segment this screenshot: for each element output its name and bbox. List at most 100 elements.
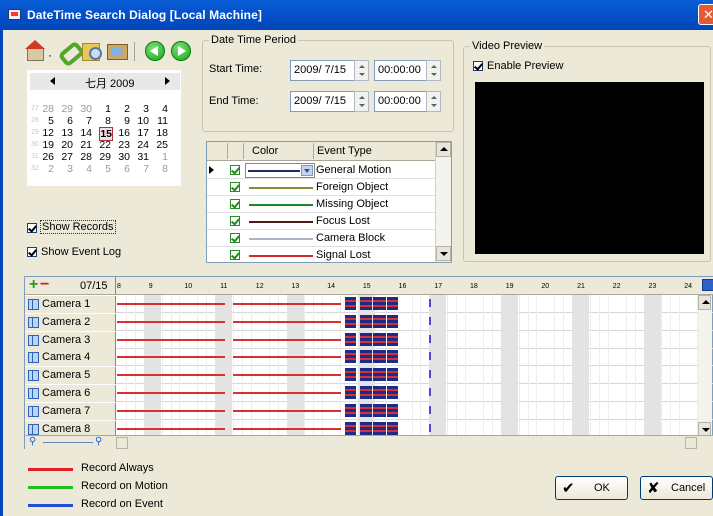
show-records-label[interactable]: Show Records: [40, 220, 116, 234]
event-marker[interactable]: [373, 403, 386, 417]
record-segment[interactable]: [233, 392, 341, 394]
calendar-day[interactable]: 6: [118, 163, 130, 175]
event-enable-checkbox[interactable]: [230, 250, 240, 260]
event-marker[interactable]: [387, 297, 398, 310]
calendar-day[interactable]: 3: [137, 103, 149, 115]
calendar-day[interactable]: 25: [156, 139, 168, 151]
show-records-checkbox[interactable]: [27, 223, 37, 233]
calendar-day[interactable]: 26: [42, 151, 54, 163]
calendar-day[interactable]: 16: [118, 127, 130, 139]
event-color-swatch[interactable]: [249, 221, 313, 223]
camera-name-cell[interactable]: Camera 5: [25, 367, 116, 385]
calendar-day[interactable]: 28: [80, 151, 92, 163]
record-segment[interactable]: [117, 392, 225, 394]
calendar-day[interactable]: 30: [118, 151, 130, 163]
event-enable-checkbox[interactable]: [230, 199, 240, 209]
calendar-day[interactable]: 10: [137, 115, 149, 127]
camera-name-cell[interactable]: Camera 7: [25, 402, 116, 420]
event-type-row[interactable]: Foreign Object: [207, 179, 437, 196]
calendar-day[interactable]: 4: [80, 163, 92, 175]
event-marker[interactable]: [360, 332, 372, 346]
event-table-scrollbar[interactable]: [435, 142, 451, 262]
record-segment[interactable]: [117, 303, 225, 305]
event-marker[interactable]: [373, 368, 386, 382]
record-segment[interactable]: [233, 320, 341, 323]
calendar-month-label[interactable]: 七月 2009: [85, 75, 135, 91]
calendar-day[interactable]: 6: [61, 115, 73, 127]
event-enable-checkbox[interactable]: [230, 233, 240, 243]
event-marker[interactable]: [387, 421, 398, 435]
timeline-scroll-right-icon[interactable]: [685, 437, 697, 449]
event-marker[interactable]: [387, 386, 398, 399]
calendar-day[interactable]: 29: [61, 103, 73, 115]
zoom-out-icon[interactable]: ⚲: [29, 436, 36, 447]
calendar-day[interactable]: 1: [99, 103, 111, 115]
calendar-day[interactable]: 28: [42, 103, 54, 115]
start-date-spin[interactable]: [354, 60, 369, 81]
start-time-spin[interactable]: [426, 60, 441, 81]
record-segment[interactable]: [117, 374, 225, 377]
event-enable-checkbox[interactable]: [230, 182, 240, 192]
event-tick[interactable]: [429, 423, 431, 432]
timeline-vertical-scrollbar[interactable]: [698, 295, 712, 437]
camera-name-cell[interactable]: Camera 1: [25, 296, 116, 313]
event-color-swatch[interactable]: [249, 255, 313, 257]
calendar-day[interactable]: 27: [61, 151, 73, 163]
event-enable-checkbox[interactable]: [230, 216, 240, 226]
calendar-day[interactable]: 18: [156, 127, 168, 139]
zoom-out-minus-icon[interactable]: −: [40, 277, 49, 293]
event-color-swatch[interactable]: [248, 170, 300, 172]
calendar-day[interactable]: 5: [42, 115, 54, 127]
close-button[interactable]: ✕: [698, 4, 713, 25]
calendar-day[interactable]: 7: [80, 115, 92, 127]
event-marker[interactable]: [373, 421, 386, 435]
record-segment[interactable]: [117, 338, 225, 341]
camera-name-cell[interactable]: Camera 4: [25, 349, 116, 367]
calendar-day[interactable]: 11: [156, 115, 168, 127]
zoom-in-icon[interactable]: ⚲: [95, 436, 102, 447]
camera-name-cell[interactable]: Camera 3: [25, 331, 116, 349]
event-marker[interactable]: [373, 297, 386, 310]
end-time-field[interactable]: 00:00:00: [374, 91, 434, 112]
camera-name-cell[interactable]: Camera 6: [25, 385, 116, 402]
event-marker[interactable]: [345, 421, 356, 435]
timeline-scroll-up-icon[interactable]: [698, 295, 711, 310]
calendar-day[interactable]: 9: [118, 115, 130, 127]
event-marker[interactable]: [373, 386, 386, 399]
event-enable-checkbox[interactable]: [230, 165, 240, 175]
start-time-field[interactable]: 00:00:00: [374, 60, 434, 81]
event-marker[interactable]: [345, 403, 356, 417]
scroll-down-icon[interactable]: [436, 246, 451, 261]
calendar-day[interactable]: 29: [99, 151, 111, 163]
record-segment[interactable]: [117, 356, 225, 359]
timeline-scroll-left-icon[interactable]: [116, 437, 128, 449]
event-type-row[interactable]: Camera Block: [207, 230, 437, 247]
color-column-header[interactable]: Color: [252, 145, 278, 157]
calendar-day[interactable]: 2: [42, 163, 54, 175]
calendar-day[interactable]: 19: [42, 139, 54, 151]
previous-icon[interactable]: [145, 41, 165, 61]
event-tick[interactable]: [429, 316, 431, 325]
calendar-day[interactable]: 3: [61, 163, 73, 175]
record-segment[interactable]: [117, 409, 225, 412]
calendar-day[interactable]: 24: [137, 139, 149, 151]
calendar-day[interactable]: 2: [118, 103, 130, 115]
calendar-day[interactable]: 12: [42, 127, 54, 139]
event-type-row[interactable]: Focus Lost: [207, 213, 437, 230]
event-type-column-header[interactable]: Event Type: [317, 145, 372, 157]
calendar-day[interactable]: 4: [156, 103, 168, 115]
calendar-day[interactable]: 22: [99, 139, 111, 151]
home-icon[interactable]: [24, 40, 46, 62]
event-tick[interactable]: [429, 388, 431, 396]
calendar-next-month-icon[interactable]: [165, 77, 170, 85]
event-marker[interactable]: [360, 297, 372, 310]
calendar-day[interactable]: 31: [137, 151, 149, 163]
event-color-dropdown[interactable]: [245, 163, 315, 178]
event-marker[interactable]: [345, 314, 356, 328]
timeline-track-area[interactable]: [117, 295, 701, 437]
calendar-day[interactable]: 23: [118, 139, 130, 151]
record-segment[interactable]: [233, 427, 341, 430]
end-time-spin[interactable]: [426, 91, 441, 112]
chevron-down-icon[interactable]: [301, 165, 313, 176]
event-marker[interactable]: [387, 350, 398, 364]
